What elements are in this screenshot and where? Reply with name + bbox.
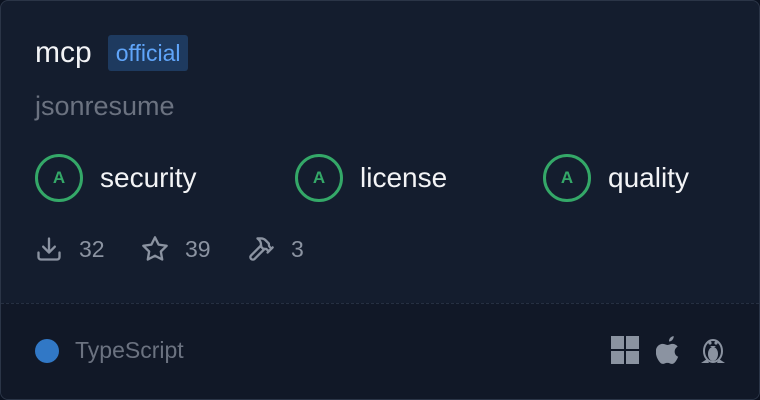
title-row: mcp official (35, 34, 189, 72)
card-header-section: mcp official jsonresume A security A lic… (1, 1, 759, 302)
language-indicator: TypeScript (35, 337, 184, 364)
package-name[interactable]: mcp (35, 34, 92, 72)
package-owner[interactable]: jsonresume (35, 89, 175, 123)
quality-label: quality (608, 162, 689, 193)
language-color-dot (35, 338, 59, 363)
linux-icon (699, 335, 727, 370)
tools-stat: 3 (247, 232, 304, 266)
package-card[interactable]: mcp official jsonresume A security A lic… (0, 0, 760, 400)
downloads-stat: 32 (35, 232, 105, 266)
star-icon (141, 235, 169, 263)
hammer-icon (247, 235, 275, 263)
license-grade-badge: A (295, 154, 343, 202)
license-label: license (360, 162, 448, 193)
score-quality[interactable]: A quality (543, 154, 689, 202)
stars-count: 39 (185, 235, 211, 262)
tools-count: 3 (291, 235, 304, 262)
security-label: security (100, 162, 197, 193)
quality-grade-badge: A (543, 154, 591, 202)
downloads-count: 32 (79, 235, 105, 262)
language-name: TypeScript (75, 337, 184, 363)
score-license[interactable]: A license (295, 154, 447, 202)
apple-icon (655, 335, 682, 370)
score-security[interactable]: A security (35, 154, 196, 202)
official-badge: official (107, 35, 189, 71)
stars-stat: 39 (141, 232, 211, 266)
download-icon (35, 235, 63, 263)
windows-icon (611, 335, 639, 370)
security-grade-badge: A (35, 154, 83, 202)
